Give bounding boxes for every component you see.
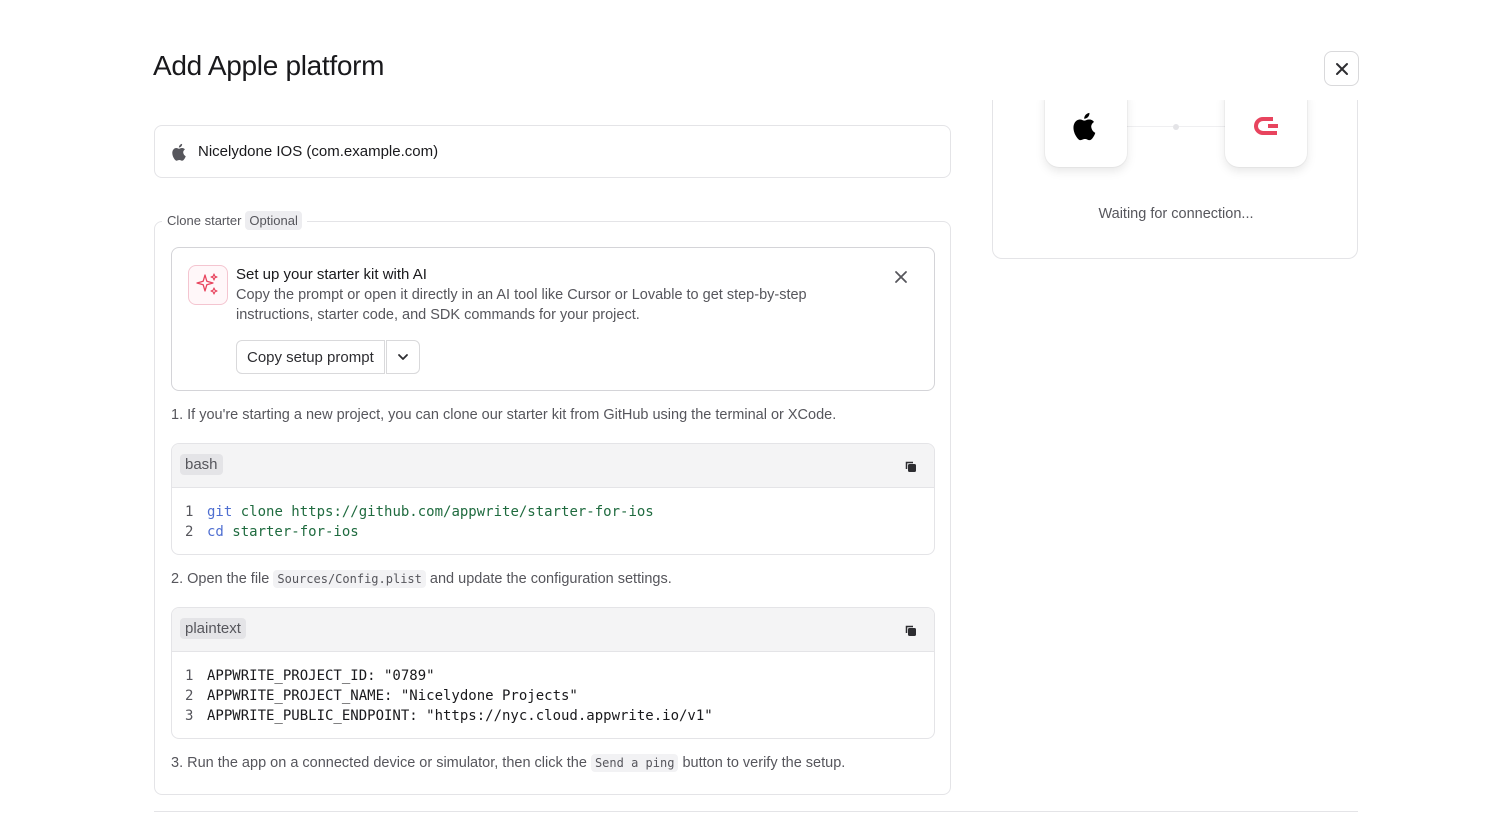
connection-status-card: Waiting for connection... — [992, 100, 1358, 259]
code-command: cd — [207, 524, 224, 540]
connection-dot — [1173, 124, 1179, 130]
copy-code-button[interactable] — [902, 622, 918, 638]
step-2-prefix: 2. Open the file — [171, 571, 270, 587]
step-2-suffix: and update the configuration settings. — [429, 571, 672, 587]
app-identifier-field: Nicelydone IOS (com.example.com) — [154, 125, 951, 178]
appwrite-tile — [1225, 100, 1307, 167]
modal-footer-divider — [154, 811, 1358, 812]
code-line: 2 APPWRITE_PROJECT_NAME: "Nicelydone Proj… — [185, 686, 921, 706]
copy-icon — [905, 461, 916, 472]
close-icon — [895, 271, 907, 283]
app-identifier-text: Nicelydone IOS (com.example.com) — [198, 143, 439, 160]
code-text: APPWRITE_PROJECT_ID: "0789" — [207, 668, 435, 684]
step-3-prefix: 3. Run the app on a connected device or … — [171, 755, 587, 771]
code-block-body: 1 APPWRITE_PROJECT_ID: "0789" 2 APPWRITE_P… — [172, 652, 934, 738]
appwrite-logo-icon — [1254, 117, 1278, 135]
optional-badge: Optional — [245, 211, 302, 230]
ai-card-description: Copy the prompt or open it directly in a… — [236, 287, 807, 323]
config-file-path: Sources/Config.plist — [273, 570, 426, 588]
code-block-body: 1 git clone https://github.com/appwrite/s… — [172, 488, 934, 554]
clone-starter-legend: Clone starter Optional — [162, 211, 307, 230]
chevron-down-icon — [398, 354, 408, 360]
close-modal-button[interactable] — [1324, 51, 1359, 86]
page-title: Add Apple platform — [153, 50, 385, 81]
code-language-label: plaintext — [180, 618, 246, 639]
step-1-text: 1. If you're starting a new project, you… — [171, 407, 837, 423]
send-ping-code: Send a ping — [590, 754, 679, 772]
step-2-text: 2. Open the file Sources/Config.plist an… — [171, 570, 672, 588]
ai-setup-card: Set up your starter kit with AI Copy the… — [171, 247, 935, 391]
line-number: 1 — [185, 668, 194, 684]
code-text: APPWRITE_PUBLIC_ENDPOINT: "https://nyc.c… — [207, 708, 713, 724]
code-language-label: bash — [180, 454, 223, 475]
code-line: 3 APPWRITE_PUBLIC_ENDPOINT: "https://nyc.… — [185, 706, 921, 726]
apple-icon — [172, 143, 186, 161]
step-3-text: 3. Run the app on a connected device or … — [171, 754, 846, 772]
dismiss-ai-card-button[interactable] — [890, 266, 912, 288]
copy-prompt-dropdown-button[interactable] — [386, 340, 420, 374]
apple-platform-tile — [1045, 100, 1127, 167]
copy-setup-prompt-button[interactable]: Copy setup prompt — [236, 340, 385, 374]
ai-card-title: Set up your starter kit with AI — [236, 266, 427, 283]
line-number: 3 — [185, 708, 194, 724]
code-text: APPWRITE_PROJECT_NAME: "Nicelydone Proje… — [207, 688, 578, 704]
code-block-header: plaintext — [172, 608, 934, 652]
connection-status-text: Waiting for connection... — [1098, 206, 1254, 222]
step-3-suffix: button to verify the setup. — [682, 755, 846, 771]
code-block-header: bash — [172, 444, 934, 488]
connection-line — [1179, 126, 1225, 127]
connection-line — [1127, 126, 1173, 127]
code-args: clone https://github.com/appwrite/starte… — [232, 504, 654, 520]
line-number: 1 — [185, 504, 194, 520]
apple-icon — [1073, 112, 1096, 141]
copy-code-button[interactable] — [902, 458, 918, 474]
bash-code-block: bash 1 git clone https://github.com/appwr… — [171, 443, 935, 555]
line-number: 2 — [185, 524, 194, 540]
code-line: 1 git clone https://github.com/appwrite/s… — [185, 502, 921, 522]
close-icon — [1335, 62, 1348, 75]
line-number: 2 — [185, 688, 194, 704]
code-line: 2 cd starter-for-ios — [185, 522, 921, 542]
clone-starter-label: Clone starter — [167, 213, 242, 228]
code-command: git — [207, 504, 233, 520]
copy-icon — [905, 625, 916, 636]
sparkles-icon — [188, 265, 228, 305]
code-line: 1 APPWRITE_PROJECT_ID: "0789" — [185, 666, 921, 686]
plaintext-code-block: plaintext 1 APPWRITE_PROJECT_ID: "0789" 2… — [171, 607, 935, 739]
code-args: starter-for-ios — [223, 524, 359, 540]
